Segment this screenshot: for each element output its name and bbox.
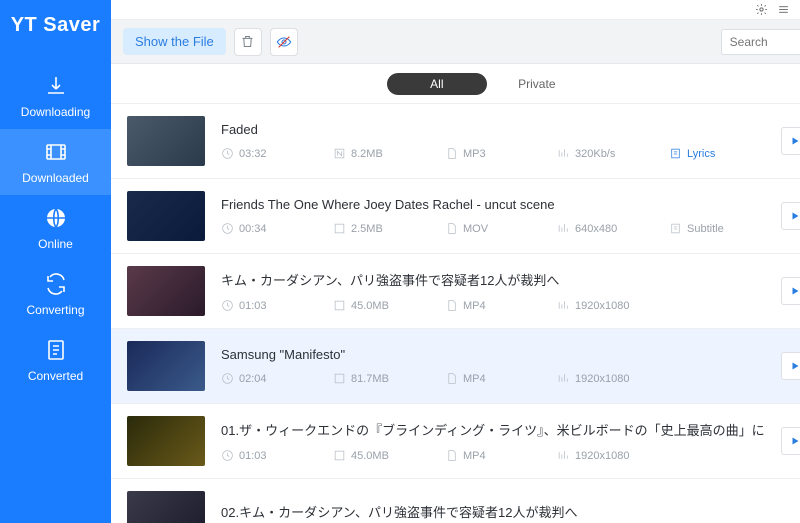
sidebar-item-downloaded[interactable]: Downloaded [0, 129, 111, 195]
item-info: 01.ザ・ウィークエンドの『ブラインディング・ライツ』、米ビルボードの「史上最高… [221, 420, 765, 462]
app-logo: YT Saver [11, 14, 101, 37]
list-item[interactable]: Faded 03:32 8.2MB MP3 320Kb/s Lyrics [111, 104, 800, 179]
thumbnail [127, 191, 205, 241]
toolbar: Show the File [111, 20, 800, 64]
play-button[interactable] [781, 202, 800, 230]
quality-icon [557, 299, 570, 312]
thumbnail [127, 491, 205, 523]
size-icon [333, 372, 346, 385]
sidebar-item-downloading[interactable]: Downloading [0, 63, 111, 129]
download-list: Faded 03:32 8.2MB MP3 320Kb/s Lyrics [111, 104, 800, 523]
file-icon [445, 299, 458, 312]
sidebar-item-label: Downloading [21, 105, 90, 119]
size-icon [333, 449, 346, 462]
clock-icon [221, 372, 234, 385]
quality-icon [557, 449, 570, 462]
size-icon [333, 222, 346, 235]
file-icon [445, 222, 458, 235]
file-icon [445, 449, 458, 462]
file-icon [445, 372, 458, 385]
minimize-button[interactable] [795, 1, 800, 19]
titlebar [111, 0, 800, 20]
clock-icon [221, 222, 234, 235]
list-item[interactable]: Samsung "Manifesto" 02:04 81.7MB MP4 192… [111, 329, 800, 404]
item-info: Faded 03:32 8.2MB MP3 320Kb/s Lyrics [221, 122, 765, 160]
list-item[interactable]: 01.ザ・ウィークエンドの『ブラインディング・ライツ』、米ビルボードの「史上最高… [111, 404, 800, 479]
globe-icon [43, 205, 69, 231]
file-icon [445, 147, 458, 160]
thumbnail [127, 266, 205, 316]
thumbnail [127, 416, 205, 466]
search-input[interactable] [721, 29, 800, 55]
clock-icon [221, 147, 234, 160]
sidebar-item-label: Online [38, 237, 73, 251]
quality-icon [557, 372, 570, 385]
item-meta: 03:32 8.2MB MP3 320Kb/s Lyrics [221, 147, 765, 160]
play-button[interactable] [781, 427, 800, 455]
tab-all[interactable]: All [387, 73, 487, 95]
main-panel: Show the File All Private Faded 03:32 [111, 0, 800, 523]
size-icon [333, 299, 346, 312]
item-title: Friends The One Where Joey Dates Rachel … [221, 197, 765, 212]
item-info: 02.キム・カーダシアン、パリ強盗事件で容疑者12人が裁判へ [221, 502, 800, 523]
item-title: 02.キム・カーダシアン、パリ強盗事件で容疑者12人が裁判へ [221, 502, 800, 521]
quality-icon [557, 222, 570, 235]
thumbnail [127, 116, 205, 166]
play-button[interactable] [781, 277, 800, 305]
item-title: Faded [221, 122, 765, 137]
list-item[interactable]: 02.キム・カーダシアン、パリ強盗事件で容疑者12人が裁判へ [111, 479, 800, 523]
settings-button[interactable] [751, 1, 773, 19]
item-info: Friends The One Where Joey Dates Rachel … [221, 197, 765, 235]
sidebar-item-label: Converting [26, 303, 84, 317]
delete-button[interactable] [234, 28, 262, 56]
item-title: キム・カーダシアン、パリ強盗事件で容疑者12人が裁判へ [221, 270, 765, 289]
menu-button[interactable] [773, 1, 795, 19]
tabbar: All Private [111, 64, 800, 104]
sidebar-item-converting[interactable]: Converting [0, 261, 111, 327]
refresh-icon [43, 271, 69, 297]
clock-icon [221, 449, 234, 462]
film-icon [43, 139, 69, 165]
sidebar-item-label: Converted [28, 369, 83, 383]
hide-toggle-button[interactable] [270, 28, 298, 56]
item-info: Samsung "Manifesto" 02:04 81.7MB MP4 192… [221, 347, 765, 385]
sidebar-item-online[interactable]: Online [0, 195, 111, 261]
sidebar-item-converted[interactable]: Converted [0, 327, 111, 393]
tab-private[interactable]: Private [487, 73, 587, 95]
quality-icon [557, 147, 570, 160]
item-title: Samsung "Manifesto" [221, 347, 765, 362]
item-info: キム・カーダシアン、パリ強盗事件で容疑者12人が裁判へ 01:03 45.0MB… [221, 270, 765, 312]
play-button[interactable] [781, 352, 800, 380]
sidebar-item-label: Downloaded [22, 171, 89, 185]
app-root: YT Saver Downloading Downloaded Online C… [0, 0, 800, 523]
sidebar: YT Saver Downloading Downloaded Online C… [0, 0, 111, 523]
list-item[interactable]: キム・カーダシアン、パリ強盗事件で容疑者12人が裁判へ 01:03 45.0MB… [111, 254, 800, 329]
play-button[interactable] [781, 127, 800, 155]
thumbnail [127, 341, 205, 391]
download-icon [43, 73, 69, 99]
subtitle-icon [669, 222, 682, 235]
list-item[interactable]: Friends The One Where Joey Dates Rachel … [111, 179, 800, 254]
item-title: 01.ザ・ウィークエンドの『ブラインディング・ライツ』、米ビルボードの「史上最高… [221, 420, 765, 439]
size-icon [333, 147, 346, 160]
document-icon [43, 337, 69, 363]
lyrics-icon [669, 147, 682, 160]
show-file-button[interactable]: Show the File [123, 28, 226, 55]
clock-icon [221, 299, 234, 312]
